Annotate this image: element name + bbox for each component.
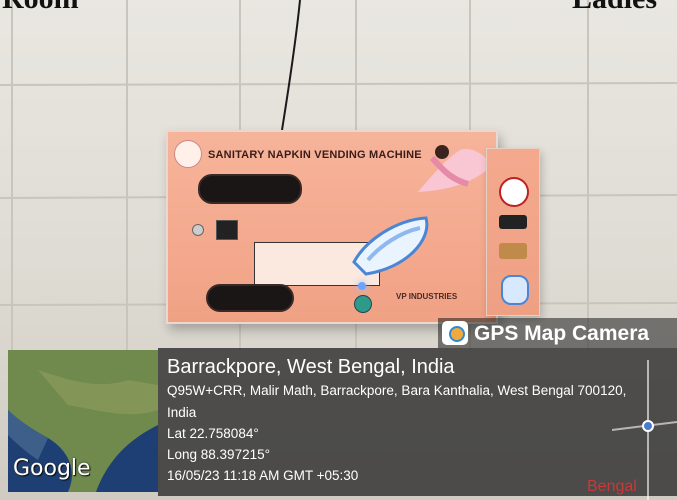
coin-slot-top bbox=[198, 174, 302, 204]
top-sign-text-right: Ladies bbox=[572, 0, 657, 16]
side-badge-2 bbox=[499, 215, 527, 229]
machine-title: SANITARY NAPKIN VENDING MACHINE bbox=[208, 149, 422, 161]
brand-label: VP INDUSTRIES bbox=[396, 292, 458, 301]
dispense-button bbox=[354, 295, 372, 313]
coin-lock bbox=[192, 224, 204, 236]
top-sign-text-left: Room bbox=[2, 0, 79, 16]
machine-logo bbox=[174, 140, 202, 168]
side-badge-3 bbox=[499, 243, 527, 259]
location-title: Barrackpore, West Bengal, India bbox=[167, 356, 455, 378]
coin-insert bbox=[216, 220, 238, 240]
vending-machine: SANITARY NAPKIN VENDING MACHINE VP INDUS… bbox=[166, 130, 498, 324]
napkin-dispense-slot bbox=[206, 284, 294, 312]
sanitary-pad-illustration bbox=[352, 216, 429, 276]
gps-camera-icon bbox=[442, 321, 468, 345]
location-timestamp: 16/05/23 11:18 AM GMT +05:30 bbox=[167, 468, 359, 483]
location-longitude: Long 88.397215° bbox=[167, 447, 270, 462]
side-pad-icon bbox=[501, 275, 529, 305]
google-logo: Google bbox=[13, 456, 91, 481]
side-badge-1 bbox=[499, 177, 529, 207]
woman-illustration bbox=[418, 145, 492, 192]
side-panel bbox=[486, 148, 540, 316]
location-address: Q95W+CRR, Malir Math, Barrackpore, Bara … bbox=[167, 383, 627, 398]
location-country: India bbox=[167, 405, 197, 420]
map-place-label: Bengal bbox=[587, 478, 637, 495]
status-led bbox=[358, 282, 366, 290]
location-latitude: Lat 22.758084° bbox=[167, 426, 259, 441]
gps-camera-label: GPS Map Camera bbox=[474, 322, 650, 345]
